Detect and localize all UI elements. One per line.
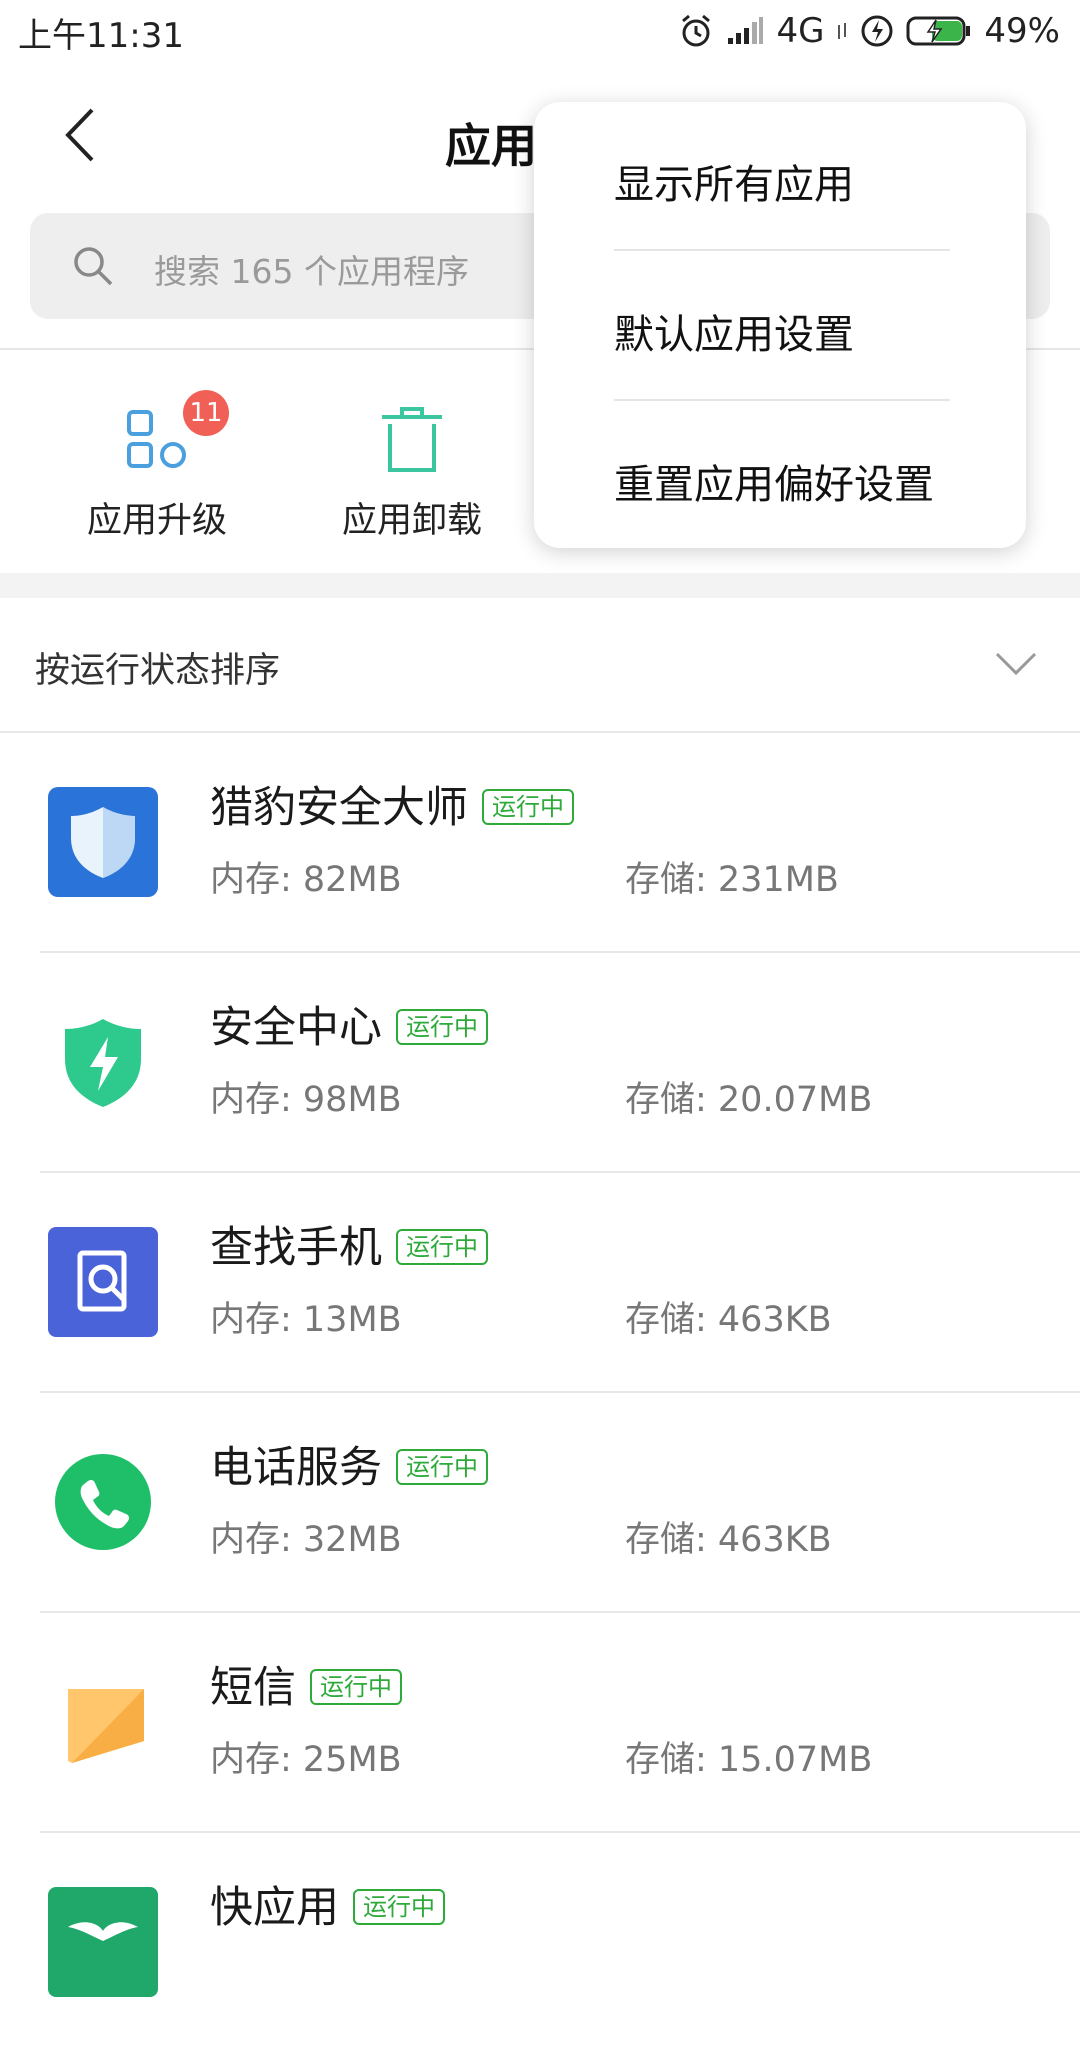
storage-usage: 存储: 231MB xyxy=(625,860,839,900)
app-name-text: 安全中心 xyxy=(210,1003,382,1053)
update-count-badge: 11 xyxy=(183,390,229,436)
app-name: 猎豹安全大师 运行中 xyxy=(210,773,574,835)
list-item[interactable]: 猎豹安全大师 运行中 内存: 82MB 存储: 231MB xyxy=(40,733,1080,953)
chevron-down-icon xyxy=(994,650,1038,682)
list-item[interactable]: 电话服务 运行中 内存: 32MB 存储: 463KB xyxy=(40,1393,1080,1613)
back-button[interactable] xyxy=(60,105,120,175)
alarm-icon xyxy=(678,13,714,49)
storage-usage: 存储: 463KB xyxy=(625,1520,832,1560)
chevron-left-icon xyxy=(65,108,94,162)
app-name-text: 查找手机 xyxy=(210,1223,382,1273)
list-item[interactable]: 快应用 运行中 xyxy=(40,1833,1080,2051)
status-badge: 运行中 xyxy=(396,1448,488,1485)
section-separator xyxy=(0,573,1080,598)
shield-icon xyxy=(48,787,158,897)
memory-usage: 内存: 25MB xyxy=(210,1740,402,1780)
trash-icon xyxy=(382,407,442,472)
lightning-icon xyxy=(860,14,894,48)
memory-usage: 内存: 13MB xyxy=(210,1300,402,1340)
status-bar: 上午11:31 4G 49% xyxy=(0,0,1080,62)
shortcut-label: 应用卸载 xyxy=(341,501,482,541)
sort-label: 按运行状态排序 xyxy=(35,651,281,691)
app-name: 短信 运行中 xyxy=(210,1653,402,1715)
search-placeholder: 搜索 165 个应用程序 xyxy=(154,252,469,291)
storage-usage: 存储: 15.07MB xyxy=(625,1740,873,1780)
app-name-text: 电话服务 xyxy=(210,1443,382,1493)
app-upgrade-button[interactable]: 11 应用升级 xyxy=(57,390,257,543)
search-icon xyxy=(70,243,116,293)
sort-dropdown[interactable]: 按运行状态排序 xyxy=(0,598,1080,731)
storage-usage: 存储: 463KB xyxy=(625,1300,832,1340)
battery-charging-icon xyxy=(906,15,972,47)
status-icons: 4G 49% xyxy=(678,8,1060,54)
find-phone-icon xyxy=(48,1227,158,1337)
status-badge: 运行中 xyxy=(396,1228,488,1265)
storage-usage: 存储: 20.07MB xyxy=(625,1080,873,1120)
menu-divider xyxy=(614,399,950,401)
menu-item-show-all-apps[interactable]: 显示所有应用 xyxy=(614,152,954,210)
status-badge: 运行中 xyxy=(396,1008,488,1045)
app-name: 查找手机 运行中 xyxy=(210,1213,488,1275)
shortcut-label: 应用升级 xyxy=(86,501,227,541)
list-item[interactable]: 短信 运行中 内存: 25MB 存储: 15.07MB xyxy=(40,1613,1080,1833)
phone-icon xyxy=(48,1447,158,1557)
app-name: 安全中心 运行中 xyxy=(210,993,488,1055)
menu-divider xyxy=(614,249,950,251)
status-badge: 运行中 xyxy=(310,1668,402,1705)
network-label: 4G xyxy=(776,11,825,51)
menu-item-reset-app-preferences[interactable]: 重置应用偏好设置 xyxy=(614,452,954,510)
signal-icon xyxy=(726,16,764,46)
status-time: 上午11:31 xyxy=(18,16,184,56)
message-icon xyxy=(48,1667,158,1777)
app-name-text: 猎豹安全大师 xyxy=(210,783,468,833)
memory-usage: 内存: 98MB xyxy=(210,1080,402,1120)
page-title: 应用 xyxy=(445,119,537,173)
list-item[interactable]: 查找手机 运行中 内存: 13MB 存储: 463KB xyxy=(40,1173,1080,1393)
app-name-text: 短信 xyxy=(210,1663,296,1713)
app-uninstall-button[interactable]: 应用卸载 xyxy=(312,400,512,543)
status-badge: 运行中 xyxy=(353,1888,445,1925)
quick-app-icon xyxy=(48,1887,158,1997)
status-badge: 运行中 xyxy=(482,788,574,825)
security-bolt-icon xyxy=(48,1007,158,1117)
battery-percent: 49% xyxy=(984,11,1060,51)
menu-item-default-app-settings[interactable]: 默认应用设置 xyxy=(614,302,954,360)
app-name-text: 快应用 xyxy=(210,1883,339,1933)
overflow-menu: 显示所有应用 默认应用设置 重置应用偏好设置 xyxy=(534,102,1026,548)
list-item[interactable]: 安全中心 运行中 内存: 98MB 存储: 20.07MB xyxy=(40,953,1080,1173)
data-arrows-icon xyxy=(836,19,848,43)
app-name: 电话服务 运行中 xyxy=(210,1433,488,1495)
memory-usage: 内存: 32MB xyxy=(210,1520,402,1560)
memory-usage: 内存: 82MB xyxy=(210,860,402,900)
app-list: 猎豹安全大师 运行中 内存: 82MB 存储: 231MB 安全中心 运行中 内存:… xyxy=(0,733,1080,2051)
app-name: 快应用 运行中 xyxy=(210,1873,445,1935)
